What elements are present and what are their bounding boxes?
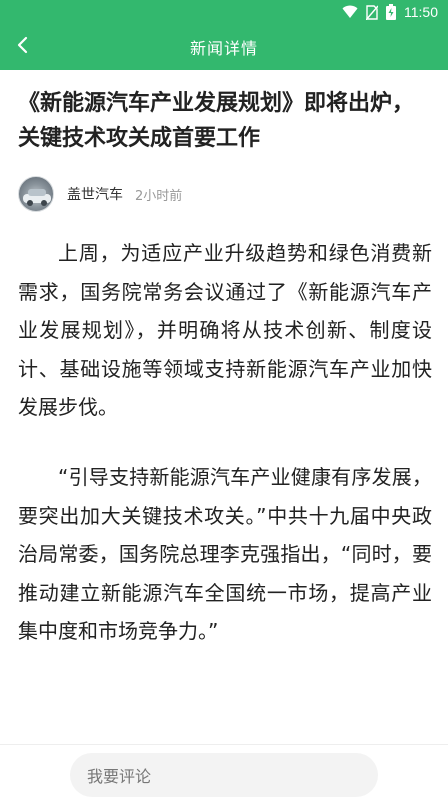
no-sim-icon — [366, 4, 378, 20]
article-paragraph: 上周，为适应产业升级趋势和绿色消费新需求，国务院常务会议通过了《新能源汽车产业发… — [18, 241, 432, 420]
page-title: 新闻详情 — [189, 39, 258, 58]
article-paragraph: “引导支持新能源汽车产业健康有序发展，要突出加大关键技术攻关。”中共十九届中央政… — [18, 464, 432, 644]
app-bar: 新闻详情 — [0, 24, 448, 70]
article-body: 上周，为适应产业升级趋势和绿色消费新需求，国务院常务会议通过了《新能源汽车产业发… — [18, 234, 432, 651]
status-bar: 11:50 — [0, 0, 448, 24]
post-time: 2小时前 — [135, 188, 183, 204]
author-avatar[interactable] — [18, 176, 54, 212]
author-row: 盖世汽车 2小时前 — [18, 176, 432, 212]
wifi-icon — [342, 5, 358, 19]
battery-icon — [386, 4, 396, 20]
chevron-left-icon — [17, 36, 29, 58]
comment-input[interactable]: 我要评论 — [70, 753, 378, 797]
author-name[interactable]: 盖世汽车 — [67, 184, 123, 204]
article-title: 《新能源汽车产业发展规划》即将出炉，关键技术攻关成首要工作 — [18, 91, 415, 151]
back-button[interactable] — [8, 32, 38, 62]
status-time: 11:50 — [404, 4, 438, 20]
comment-bar: 我要评论 — [0, 744, 448, 800]
